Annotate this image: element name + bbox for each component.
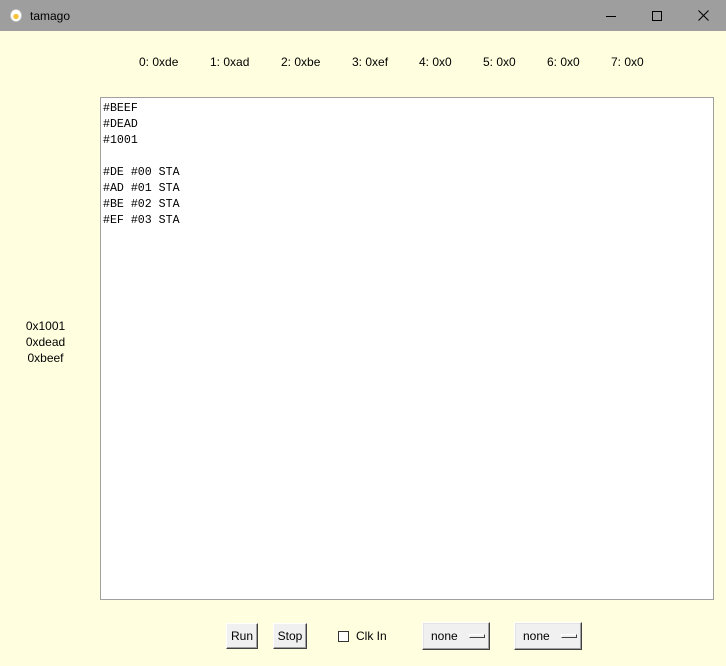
clk-in-label: Clk In — [356, 629, 387, 643]
run-button[interactable]: Run — [226, 623, 258, 649]
option-menu-2-value: none — [523, 629, 550, 643]
register-5: 5: 0x0 — [483, 55, 516, 69]
close-icon — [697, 10, 709, 21]
close-button[interactable] — [680, 0, 726, 31]
menu-indicator-icon — [469, 634, 485, 638]
clk-in-checkbox[interactable]: Clk In — [338, 629, 387, 643]
clk-in-checkbox-box[interactable] — [338, 630, 349, 642]
egg-icon — [10, 9, 22, 22]
minimize-icon — [606, 15, 616, 17]
register-6: 6: 0x0 — [547, 55, 580, 69]
register-2: 2: 0xbe — [281, 55, 321, 69]
stack-item: 0xbeef — [27, 351, 64, 365]
maximize-button[interactable] — [634, 0, 680, 31]
register-0: 0: 0xde — [139, 55, 179, 69]
window-title: tamago — [30, 9, 71, 23]
minimize-button[interactable] — [588, 0, 634, 31]
option-menu-1-value: none — [431, 629, 458, 643]
stack-display: 0x1001 0xdead 0xbeef — [0, 318, 91, 366]
title-bar[interactable]: tamago — [0, 0, 726, 31]
stop-button[interactable]: Stop — [273, 623, 307, 649]
option-menu-2[interactable]: none — [514, 622, 582, 650]
option-menu-1[interactable]: none — [422, 622, 490, 650]
code-editor[interactable]: #BEEF #DEAD #1001 #DE #00 STA #AD #01 ST… — [100, 97, 714, 600]
register-7: 7: 0x0 — [611, 55, 644, 69]
register-3: 3: 0xef — [352, 55, 389, 69]
register-1: 1: 0xad — [210, 55, 250, 69]
register-4: 4: 0x0 — [419, 55, 452, 69]
maximize-icon — [652, 10, 662, 21]
stack-item: 0x1001 — [25, 319, 66, 333]
menu-indicator-icon — [561, 634, 577, 638]
stack-item: 0xdead — [25, 335, 66, 349]
